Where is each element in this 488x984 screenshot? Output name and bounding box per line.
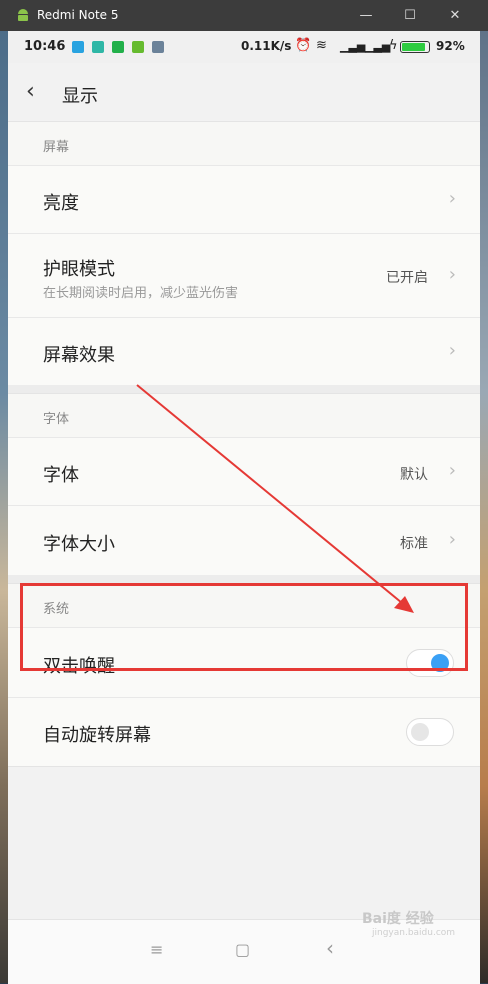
annotation-arrow	[136, 384, 414, 613]
watermark-url: jingyan.baidu.com	[372, 928, 456, 938]
watermark-logo: Bai度 经验	[362, 911, 434, 927]
highlight-box	[20, 583, 468, 671]
